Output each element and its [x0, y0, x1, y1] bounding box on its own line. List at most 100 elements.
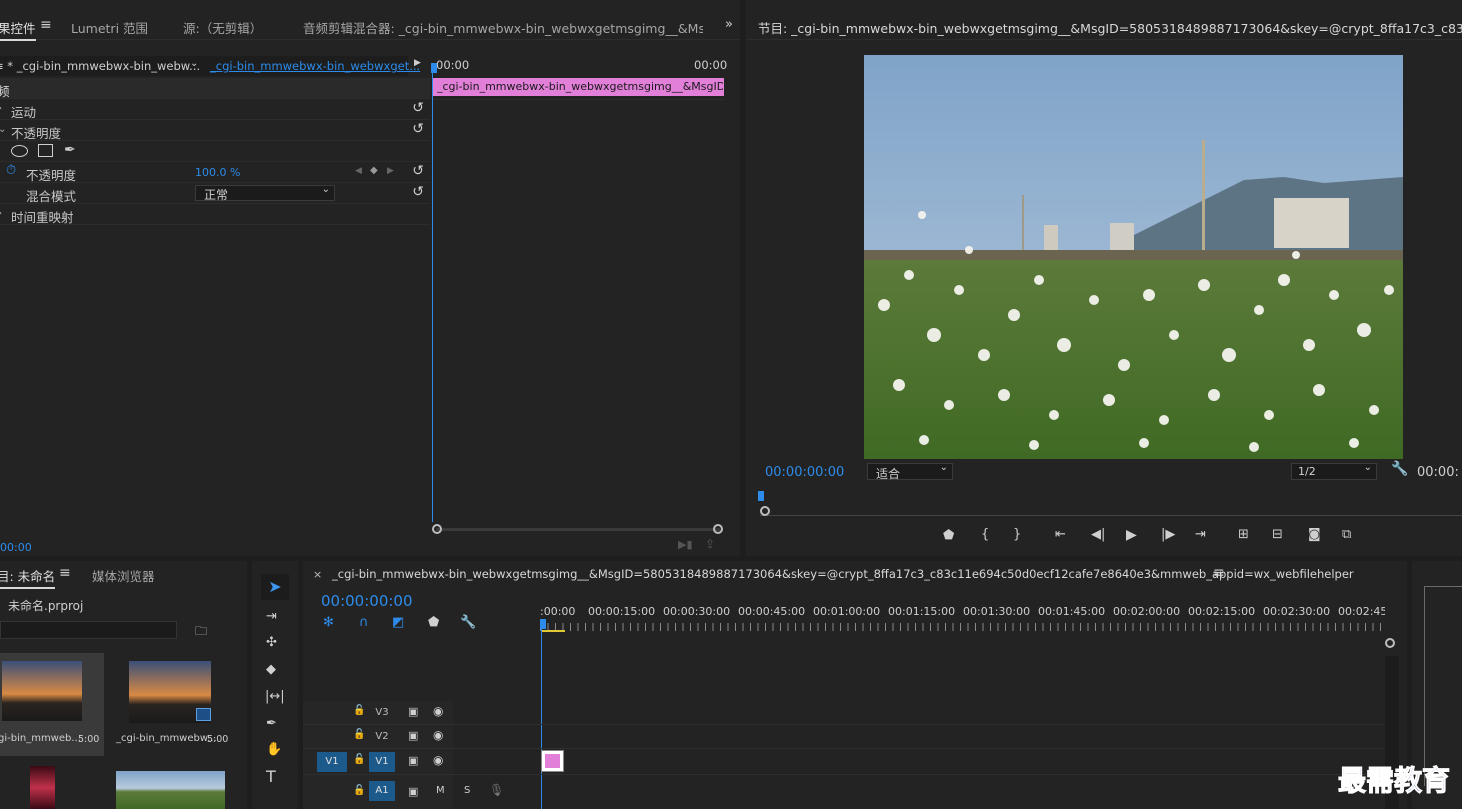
fit-dropdown[interactable]: 适合 ⌄ — [867, 462, 953, 481]
lock-icon[interactable]: 🔓 — [353, 729, 365, 740]
effect-opacity[interactable]: ⌄ 不透明度 ↺ — [0, 120, 430, 141]
program-zoom-handle[interactable] — [760, 506, 770, 516]
track-label-v2[interactable]: V2 — [371, 727, 393, 747]
timeline-settings-wrench-icon[interactable]: 🔧 — [460, 615, 476, 631]
timeline-clip[interactable] — [541, 750, 564, 772]
export-icon[interactable]: ⇪ — [705, 537, 715, 551]
timeline-menu-icon[interactable]: ≡ — [1213, 565, 1225, 581]
lock-icon[interactable]: 🔓 — [353, 754, 365, 765]
reset-opacity-param-icon[interactable]: ↺ — [412, 163, 424, 179]
mini-clip-bar[interactable]: _cgi-bin_mmwebwx-bin_webwxgetmsgimg__&Ms… — [433, 78, 724, 96]
razor-tool-icon[interactable]: ◆ — [266, 662, 276, 678]
go-to-in-icon[interactable]: ⇤ — [1055, 527, 1066, 543]
close-icon[interactable]: × — [313, 568, 322, 581]
program-scrubber[interactable] — [760, 506, 1462, 516]
hand-tool-icon[interactable]: ✋ — [266, 742, 282, 758]
play-icon[interactable]: ▶ — [1126, 527, 1137, 543]
program-playhead[interactable] — [758, 491, 764, 501]
program-monitor-title[interactable]: 节目: _cgi-bin_mmwebwx-bin_webwxgetmsgimg_… — [758, 18, 1462, 37]
rectangle-mask-icon[interactable] — [38, 144, 53, 157]
zoom-handle-right[interactable] — [713, 524, 723, 534]
pen-mask-icon[interactable]: ✒ — [64, 142, 76, 158]
eye-icon[interactable]: ◉ — [433, 753, 443, 767]
stopwatch-icon[interactable]: ⏱ — [6, 163, 16, 178]
tab-media-browser[interactable]: 媒体浏览器 — [92, 566, 155, 585]
microphone-icon[interactable]: 🎙 — [489, 783, 504, 797]
mark-in-icon[interactable]: { — [981, 527, 989, 543]
timeline-ruler[interactable]: :00:00 00:00:15:00 00:00:30:00 00:00:45:… — [540, 599, 1385, 633]
timeline-playhead-marker[interactable] — [540, 619, 546, 629]
extract-icon[interactable]: ⊟ — [1272, 527, 1283, 543]
settings-wrench-icon[interactable]: 🔧 — [1391, 461, 1408, 477]
reset-motion-icon[interactable]: ↺ — [412, 100, 424, 116]
more-tabs-icon[interactable]: » — [725, 17, 733, 32]
filter-icon[interactable]: ▶▮ — [678, 538, 693, 551]
toggle-sync-lock-icon[interactable]: ▣ — [408, 729, 418, 742]
pen-tool-icon[interactable]: ✒ — [266, 716, 277, 732]
slip-tool-icon[interactable]: |↔| — [265, 689, 285, 705]
step-back-icon[interactable]: ◀| — [1091, 527, 1105, 543]
tab-project[interactable]: 目: 未命名 — [0, 566, 56, 589]
project-item-1[interactable]: gi-bin_mmweb... 5:00 — [0, 653, 104, 756]
eye-icon[interactable]: ◉ — [433, 704, 443, 718]
solo-button[interactable]: S — [464, 785, 470, 796]
source-patch-v1[interactable]: V1 — [317, 752, 347, 772]
toggle-sync-lock-icon[interactable]: ▣ — [408, 705, 418, 718]
linked-selection-icon[interactable]: ∩ — [359, 615, 369, 631]
tab-menu-icon[interactable]: ≡ — [59, 565, 71, 581]
snap-icon[interactable]: ✻ — [323, 615, 334, 631]
add-marker-nest-icon[interactable]: ◩ — [392, 615, 404, 631]
ellipse-mask-icon[interactable] — [11, 145, 28, 157]
effect-time-remap[interactable]: › 时间重映射 — [0, 204, 430, 225]
program-timecode[interactable]: 00:00:00:00 — [765, 465, 844, 480]
toggle-sync-lock-icon[interactable]: ▣ — [408, 785, 418, 798]
prev-keyframe-icon[interactable]: ◀ — [355, 166, 362, 176]
effect-motion[interactable]: › 运动 ↺ — [0, 99, 430, 120]
timeline-title[interactable]: _cgi-bin_mmwebwx-bin_webwxgetmsgimg__&Ms… — [332, 567, 1354, 581]
next-keyframe-icon[interactable]: ▶ — [387, 166, 394, 176]
project-item-3-thumbnail[interactable] — [30, 766, 55, 809]
lock-icon[interactable]: 🔓 — [353, 705, 365, 716]
reset-blend-mode-icon[interactable]: ↺ — [412, 184, 424, 200]
mark-out-icon[interactable]: } — [1013, 527, 1021, 543]
step-forward-icon[interactable]: |▶ — [1161, 527, 1175, 543]
work-area-bar[interactable] — [542, 630, 565, 632]
ripple-edit-tool-icon[interactable]: ✣ — [266, 635, 277, 651]
mini-zoom-bar[interactable] — [436, 528, 720, 531]
comparison-view-icon[interactable]: ⧉ — [1342, 527, 1351, 543]
toggle-sync-lock-icon[interactable]: ▣ — [408, 754, 418, 767]
project-search-input[interactable] — [0, 621, 177, 639]
opacity-value[interactable]: 100.0 % — [195, 166, 240, 179]
track-label-a1[interactable]: A1 — [369, 781, 395, 801]
resolution-dropdown[interactable]: 1/2 ⌄ — [1291, 462, 1377, 480]
mute-button[interactable]: M — [436, 785, 445, 796]
type-tool-icon[interactable]: T — [266, 769, 276, 785]
chevron-right-icon[interactable]: › — [0, 208, 2, 219]
timeline-timecode[interactable]: 00:00:00:00 — [321, 592, 413, 610]
chevron-down-icon[interactable]: ⌄ — [0, 124, 6, 135]
project-item-2[interactable]: _cgi-bin_mmwebw... 5:00 — [107, 653, 233, 756]
tab-audio-clip-mixer[interactable]: 音频剪辑混合器: _cgi-bin_mmwebwx-bin_webwxgetms… — [303, 18, 703, 37]
effect-current-time[interactable]: 00:00 — [0, 541, 32, 554]
vertical-zoom-handle[interactable] — [1385, 638, 1395, 648]
tab-menu-icon[interactable]: ≡ — [40, 17, 52, 33]
program-video-frame[interactable] — [864, 55, 1403, 459]
export-frame-camera-icon[interactable]: ◙ — [1308, 527, 1321, 543]
blend-mode-dropdown[interactable]: 正常 ⌄ — [195, 184, 335, 202]
track-select-tool-icon[interactable]: ⇥ — [266, 609, 277, 625]
go-to-out-icon[interactable]: ⇥ — [1195, 527, 1206, 543]
selection-tool-icon[interactable]: ➤ — [261, 574, 289, 600]
tab-source[interactable]: 源:（无剪辑） — [183, 18, 262, 37]
add-keyframe-icon[interactable]: ◆ — [370, 165, 378, 176]
project-item-4-thumbnail[interactable] — [116, 771, 225, 809]
add-marker-icon[interactable]: ⬟ — [943, 528, 954, 544]
chevron-right-icon[interactable]: › — [0, 103, 2, 114]
add-marker-icon[interactable]: ⬟ — [428, 615, 439, 631]
track-label-v3[interactable]: V3 — [371, 703, 393, 723]
play-only-icon[interactable]: ▶ — [414, 58, 421, 68]
tab-effect-controls[interactable]: 果控件 — [0, 18, 36, 41]
eye-icon[interactable]: ◉ — [433, 728, 443, 742]
reset-opacity-icon[interactable]: ↺ — [412, 121, 424, 137]
track-label-v1[interactable]: V1 — [369, 752, 395, 772]
lift-icon[interactable]: ⊞ — [1238, 527, 1249, 543]
